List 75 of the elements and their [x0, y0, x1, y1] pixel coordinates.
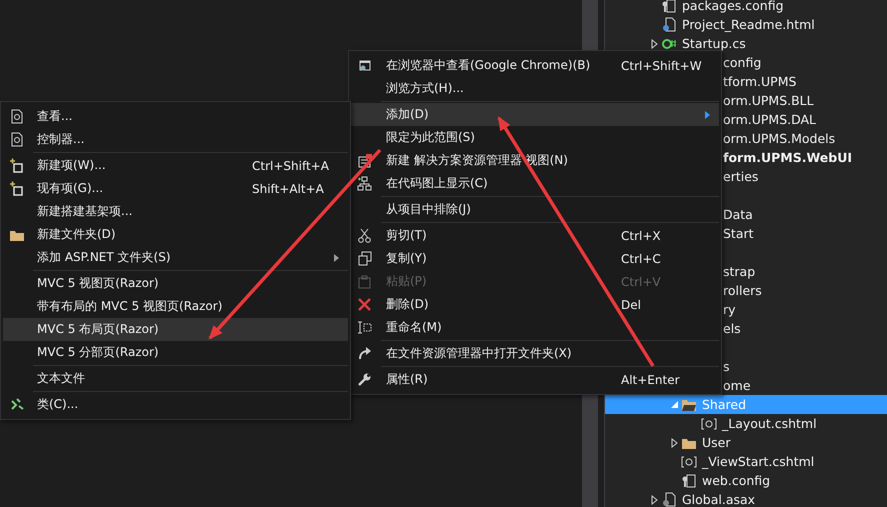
menu-item[interactable]: 在浏览器中查看(Google Chrome)(B) Ctrl+Shift+W [351, 54, 719, 77]
code-map-icon [357, 176, 373, 192]
window-icon [357, 58, 373, 74]
menu-item[interactable]: 属性(R) Alt+Enter [351, 368, 719, 391]
tree-item-label[interactable]: _ViewStart.cshtml [702, 454, 814, 470]
new-view-icon [357, 152, 373, 168]
menu-item[interactable]: 新建项(W)... Ctrl+Shift+A [3, 154, 348, 177]
menu-item[interactable]: 新建搭建基架项... [3, 200, 348, 223]
tree-item-label[interactable]: Global.asax [682, 492, 756, 507]
config-file-icon [681, 472, 697, 488]
scissors-icon [357, 228, 373, 244]
menu-item[interactable]: 查看... [3, 105, 348, 128]
menu-item[interactable]: 在文件资源管理器中打开文件夹(X) [351, 342, 719, 365]
expand-arrow-icon[interactable] [670, 438, 678, 448]
menu-item[interactable]: MVC 5 布局页(Razor) [3, 318, 348, 341]
tree-item-label[interactable]: ome [723, 378, 751, 394]
tree-item-label[interactable]: orm.UPMS.DAL [723, 112, 816, 128]
menu-item[interactable]: 现有项(G)... Shift+Alt+A [3, 177, 348, 200]
wrench-icon [357, 372, 373, 388]
expand-arrow-icon[interactable] [650, 38, 658, 48]
tree-item-label[interactable]: _Layout.cshtml [722, 416, 817, 432]
rename-icon [357, 320, 373, 336]
asax-file-icon [661, 492, 677, 507]
page-icon [9, 132, 25, 148]
clipboard-icon [357, 274, 373, 290]
config-file-icon [661, 0, 677, 14]
menu-item[interactable]: MVC 5 分部页(Razor) [3, 341, 348, 364]
tree-item-label[interactable]: config [723, 54, 762, 70]
tree-item-label[interactable]: form.UPMS.WebUI [723, 150, 852, 166]
html-file-icon [661, 16, 677, 32]
class-icon [9, 396, 25, 412]
tree-item-label[interactable]: Data [723, 206, 753, 222]
page-icon [9, 108, 25, 124]
tree-item-label[interactable]: orm.UPMS.BLL [723, 92, 814, 108]
submenu-arrow-icon [334, 254, 339, 262]
tree-item-label[interactable]: strap [723, 264, 756, 280]
menu-item[interactable]: 控制器... [3, 128, 348, 151]
new-item-icon [9, 158, 25, 174]
menu-item[interactable]: MVC 5 视图页(Razor) [3, 272, 348, 295]
delete-icon [357, 296, 373, 312]
tree-item-label[interactable]: rollers [723, 282, 762, 298]
tree-item-label[interactable]: els [723, 320, 741, 336]
razor-file-icon [681, 454, 697, 470]
expand-arrow-icon[interactable] [650, 494, 658, 504]
menu-item[interactable]: 剪切(T) Ctrl+X [351, 224, 719, 247]
tree-item-label[interactable]: erties [723, 168, 758, 184]
menu-item[interactable]: 文本文件 [3, 367, 348, 390]
menu-item[interactable]: 在代码图上显示(C) [351, 172, 719, 195]
menu-item[interactable]: 删除(D) Del [351, 293, 719, 316]
tree-item-label[interactable]: orm.UPMS.Models [723, 130, 836, 146]
tree-item-label[interactable]: web.config [702, 472, 770, 488]
copy-icon [357, 250, 373, 266]
menu-item[interactable]: 带有布局的 MVC 5 视图页(Razor) [3, 295, 348, 318]
razor-file-icon [701, 416, 717, 432]
tree-item-label[interactable]: User [702, 434, 730, 450]
menu-item[interactable]: 从项目中排除(J) [351, 198, 719, 221]
menu-item[interactable]: 复制(Y) Ctrl+C [351, 247, 719, 270]
tree-item-label[interactable]: Startup.cs [682, 36, 746, 52]
tree-item-label[interactable]: Start [723, 226, 754, 242]
menu-item[interactable]: 浏览方式(H)... [351, 77, 719, 100]
tree-item-label[interactable]: ry [723, 302, 736, 318]
menu-item[interactable]: 限定为此范围(S) [351, 126, 719, 149]
menu-item[interactable]: 添加(D) [351, 103, 719, 126]
tree-item-label[interactable]: tform.UPMS [723, 74, 796, 90]
menu-item[interactable]: 类(C)... [3, 393, 348, 416]
menu-item[interactable]: 添加 ASP.NET 文件夹(S) [3, 246, 348, 269]
menu-item[interactable]: 重命名(M) [351, 316, 719, 339]
new-item-icon [9, 180, 25, 196]
curved-arrow-icon [357, 346, 373, 362]
collapse-arrow-icon[interactable] [670, 401, 678, 408]
submenu-arrow-icon [705, 110, 710, 118]
tree-item-label[interactable]: s [723, 358, 730, 374]
tree-item-label[interactable]: packages.config [682, 0, 784, 14]
tree-item-label[interactable]: Project_Readme.html [682, 16, 815, 32]
menu-item[interactable]: 新建文件夹(D) [3, 223, 348, 246]
